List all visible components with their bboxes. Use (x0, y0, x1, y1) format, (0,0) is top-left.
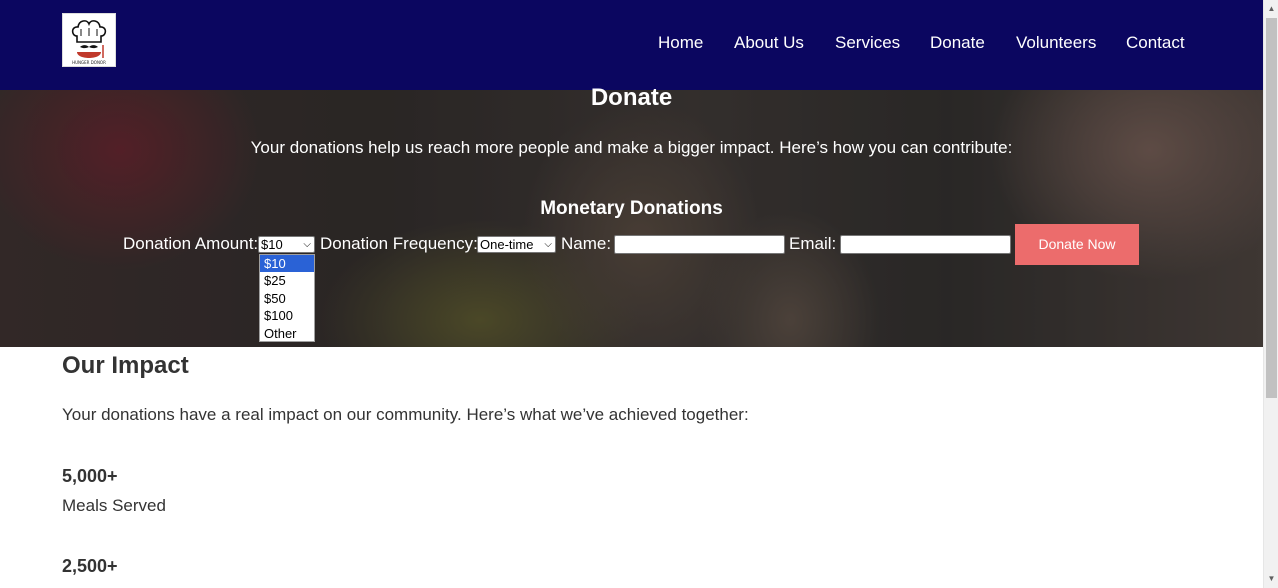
nav-home-link[interactable]: Home (658, 33, 703, 53)
monetary-donations-title: Monetary Donations (540, 198, 723, 219)
nav-contact-link[interactable]: Contact (1126, 33, 1185, 53)
frequency-select[interactable]: One-time ⌵ (477, 236, 556, 253)
site-header: HUNGER DONOR Home About Us Services Dona… (0, 0, 1263, 90)
scrollbar-thumb[interactable] (1266, 18, 1277, 398)
nav-about-link[interactable]: About Us (734, 33, 804, 53)
email-input[interactable] (840, 235, 1011, 254)
frequency-select-value: One-time (480, 237, 534, 252)
donate-intro-text: Your donations help us reach more people… (250, 138, 1013, 157)
impact-title: Our Impact (62, 352, 189, 379)
amount-option-50[interactable]: $50 (260, 290, 314, 307)
chevron-down-icon: ⌵ (303, 239, 311, 250)
amount-option-other[interactable]: Other (260, 325, 314, 342)
amount-select-value: $10 (261, 237, 283, 252)
scroll-up-arrow-icon[interactable]: ▲ (1264, 2, 1278, 16)
email-label: Email: (789, 234, 837, 253)
svg-text:HUNGER DONOR: HUNGER DONOR (72, 60, 106, 65)
name-label: Name: (561, 234, 612, 253)
amount-select[interactable]: $10 ⌵ (258, 236, 315, 253)
donate-now-button[interactable]: Donate Now (1015, 224, 1139, 265)
amount-option-25[interactable]: $25 (260, 272, 314, 289)
nav-volunteers-link[interactable]: Volunteers (1016, 33, 1096, 53)
amount-label: Donation Amount: (123, 234, 259, 253)
donate-title: Donate (590, 84, 673, 111)
amount-dropdown-list: $10 $25 $50 $100 Other (259, 254, 315, 342)
frequency-label: Donation Frequency: (320, 234, 478, 253)
scroll-down-arrow-icon[interactable]: ▼ (1264, 572, 1278, 586)
site-logo[interactable]: HUNGER DONOR (62, 13, 116, 67)
chevron-down-icon: ⌵ (544, 239, 552, 250)
name-input[interactable] (614, 235, 785, 254)
amount-option-100[interactable]: $100 (260, 307, 314, 324)
nav-services-link[interactable]: Services (835, 33, 900, 53)
stat-meals-value: 5,000+ (62, 466, 118, 486)
stat-meals-label: Meals Served (62, 496, 166, 515)
stat-second-value: 2,500+ (62, 556, 118, 576)
amount-option-10[interactable]: $10 (260, 255, 314, 273)
impact-intro-text: Your donations have a real impact on our… (62, 405, 749, 424)
nav-donate-link[interactable]: Donate (930, 33, 985, 53)
chef-hat-logo-icon: HUNGER DONOR (71, 20, 107, 65)
page-scrollbar[interactable]: ▲ ▼ (1263, 0, 1278, 588)
